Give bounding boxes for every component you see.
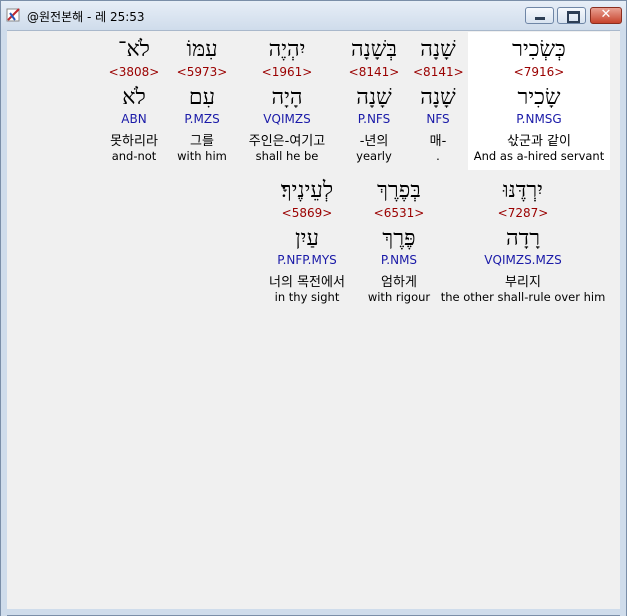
- word-block[interactable]: לֹא־ <3808> לֹא ABN 못하리라 and-not: [100, 32, 168, 170]
- hebrew-lemma: שָׂכִיר: [517, 85, 561, 110]
- morphology-code: P.NMS: [380, 253, 418, 267]
- english-gloss: the other shall-rule over him: [440, 290, 606, 304]
- word-block[interactable]: שָׁנָה <8141> שָׁנָה NFS 매- .: [413, 32, 464, 170]
- english-gloss: in thy sight: [274, 290, 340, 304]
- hebrew-lemma: עִם: [188, 85, 216, 110]
- maximize-button[interactable]: [557, 7, 586, 24]
- maximize-icon: [567, 11, 580, 23]
- hebrew-word: כְּשְׂכִיר: [512, 37, 566, 62]
- hebrew-word: עִמּוֹ: [186, 37, 218, 62]
- minimize-icon: [535, 17, 545, 20]
- word-block[interactable]: לְעֵינֶיךָ׃ <5869> עַיִן P.NFP.MYS 너의 목전…: [255, 173, 359, 311]
- hebrew-word: בְּפֶרֶךְ: [377, 178, 421, 203]
- close-button[interactable]: ✕: [590, 7, 622, 24]
- app-icon: [6, 8, 20, 22]
- strong-number: <5869>: [281, 206, 333, 220]
- korean-gloss: 너의 목전에서: [269, 275, 345, 290]
- word-block[interactable]: כְּשְׂכִיר <7916> שָׂכִיר P.NMSG 삯군과 같이 …: [468, 32, 610, 170]
- english-gloss: shall he be: [255, 149, 319, 163]
- strong-number: <3808>: [108, 65, 160, 79]
- strong-number: <1961>: [261, 65, 313, 79]
- word-block[interactable]: יִהְיֶה <1961> הָיָה VQIMZS 주인은-여기고 shal…: [237, 32, 337, 170]
- strong-number: <5973>: [176, 65, 228, 79]
- korean-gloss: 주인은-여기고: [248, 134, 326, 149]
- word-block[interactable]: בְּפֶרֶךְ <6531> פֶּרֶךְ P.NMS 엄하게 with …: [363, 173, 435, 311]
- morphology-code: ABN: [121, 112, 147, 126]
- hebrew-lemma: הָיָה: [271, 85, 303, 110]
- english-gloss: yearly: [356, 149, 392, 163]
- morphology-code: P.NMSG: [516, 112, 562, 126]
- english-gloss: And as a-hired servant: [473, 149, 605, 163]
- hebrew-lemma: רָדָה: [505, 226, 541, 251]
- strong-number: <7287>: [497, 206, 549, 220]
- hebrew-lemma: שָׁנָה: [420, 85, 456, 110]
- morphology-code: VQIMZS.MZS: [484, 253, 562, 267]
- hebrew-word: יִהְיֶה: [268, 37, 306, 62]
- korean-gloss: 매-: [429, 134, 447, 149]
- title-bar[interactable]: @원전본해 - 레 25:53 ✕: [1, 1, 626, 31]
- window-frame-bottom: [1, 609, 626, 615]
- english-gloss: .: [436, 149, 440, 163]
- morphology-code: NFS: [426, 112, 450, 126]
- english-gloss: with him: [177, 149, 227, 163]
- window-frame-right: [620, 30, 626, 616]
- korean-gloss: 삯군과 같이: [507, 134, 571, 149]
- hebrew-lemma: לֹא: [122, 85, 146, 110]
- hebrew-word: בְּשָׁנָה: [351, 37, 397, 62]
- korean-gloss: 부리지: [505, 275, 541, 290]
- strong-number: <8141>: [413, 65, 464, 79]
- minimize-button[interactable]: [525, 7, 554, 24]
- korean-gloss: 못하리라: [110, 134, 158, 149]
- strong-number: <6531>: [373, 206, 425, 220]
- morphology-code: P.NFP.MYS: [277, 253, 337, 267]
- hebrew-word: לְעֵינֶיךָ׃: [280, 178, 334, 203]
- hebrew-lemma: פֶּרֶךְ: [382, 226, 416, 251]
- korean-gloss: 그를: [190, 134, 214, 149]
- korean-gloss: 엄하게: [381, 275, 417, 290]
- hebrew-word: יִרְדֶּנּוּ: [503, 178, 543, 203]
- app-window: @원전본해 - 레 25:53 ✕ כְּשְׂכִיר <7916> שָׂכ…: [0, 0, 627, 616]
- hebrew-word: שָׁנָה: [420, 37, 456, 62]
- hebrew-lemma: עַיִן: [295, 226, 319, 251]
- english-gloss: and-not: [111, 149, 157, 163]
- word-block[interactable]: בְּשָׁנָה <8141> שָׁנָה P.NFS -년의 yearly: [342, 32, 406, 170]
- strong-number: <7916>: [513, 65, 565, 79]
- morphology-code: VQIMZS: [263, 112, 311, 126]
- hebrew-word: לֹא־: [118, 37, 150, 62]
- close-icon: ✕: [600, 7, 612, 22]
- morphology-code: P.MZS: [184, 112, 220, 126]
- word-block[interactable]: יִרְדֶּנּוּ <7287> רָדָה VQIMZS.MZS 부리지 …: [439, 173, 607, 311]
- strong-number: <8141>: [348, 65, 400, 79]
- hebrew-lemma: שָׁנָה: [356, 85, 392, 110]
- korean-gloss: -년의: [359, 134, 389, 149]
- english-gloss: with rigour: [367, 290, 431, 304]
- morphology-code: P.NFS: [357, 112, 391, 126]
- word-block[interactable]: עִמּוֹ <5973> עִם P.MZS 그를 with him: [172, 32, 232, 170]
- window-title: @원전본해 - 레 25:53: [27, 10, 145, 24]
